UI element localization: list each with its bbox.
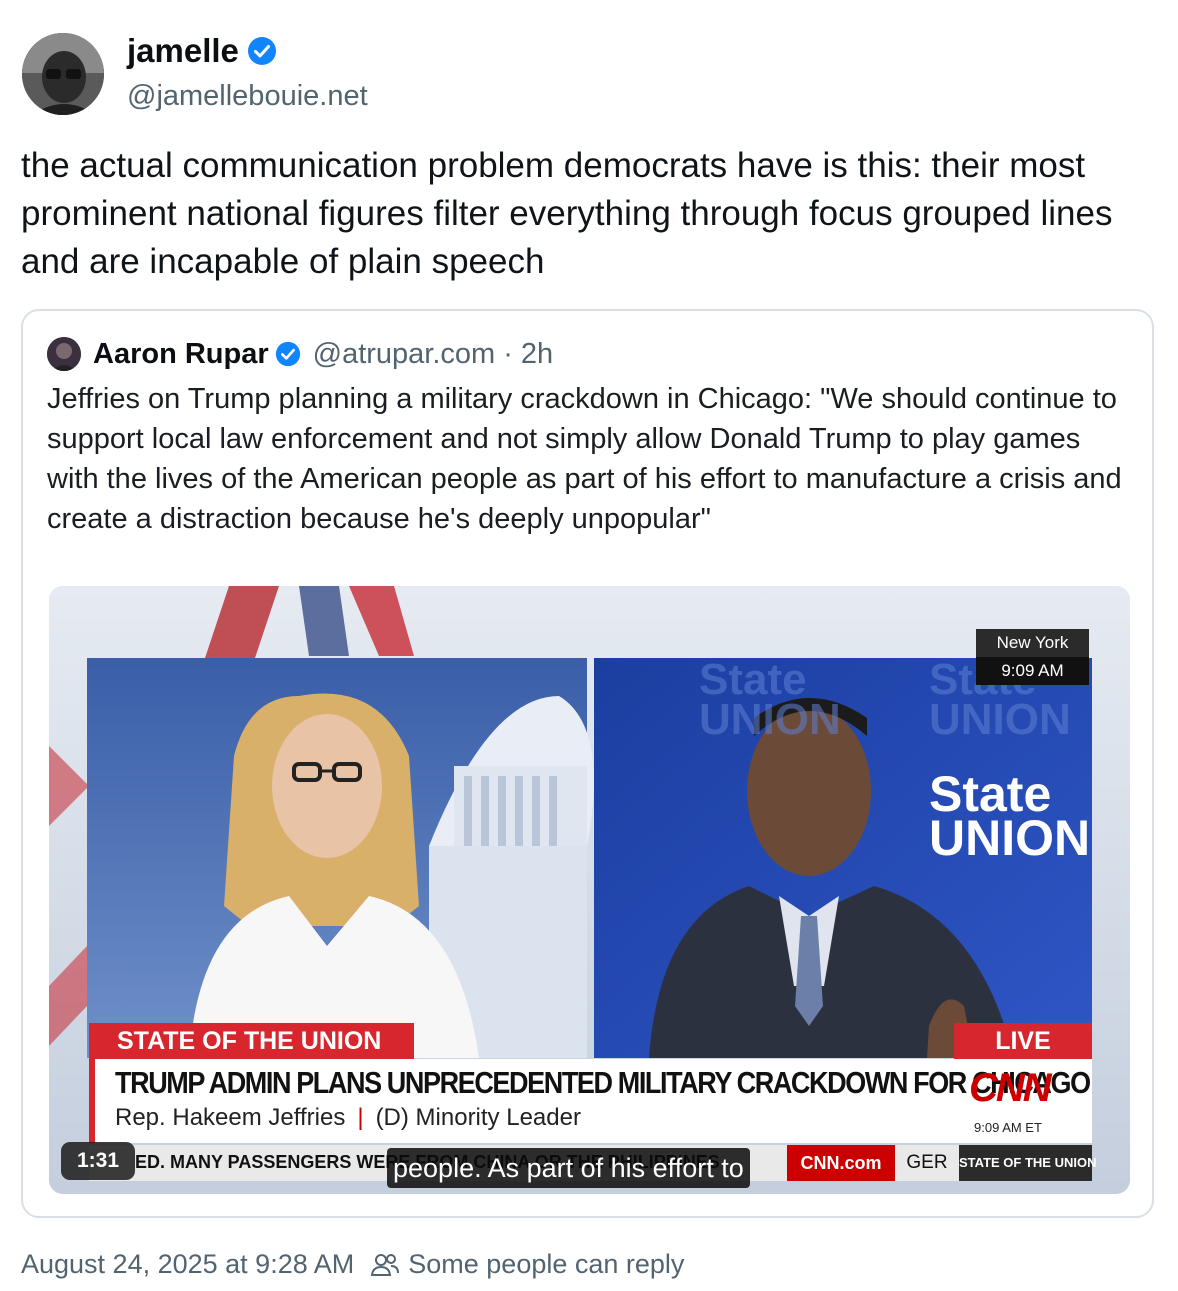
meta-separator: · <box>503 337 513 370</box>
quoted-post-header: Aaron Rupar @atrupar.com · 2h <box>47 337 553 371</box>
quoted-author-handle[interactable]: @atrupar.com <box>313 338 496 371</box>
video-caption: people. As part of his effort to <box>387 1148 750 1188</box>
author-display-name[interactable]: jamelle <box>127 32 277 70</box>
show-banner: STATE OF THE UNION <box>89 1023 414 1059</box>
guest-title: (D) Minority Leader <box>375 1104 581 1131</box>
quoted-post-card[interactable]: Aaron Rupar @atrupar.com · 2h Jeffries o… <box>21 309 1154 1218</box>
author-handle[interactable]: @jamellebouie.net <box>127 80 368 113</box>
quoted-post-age[interactable]: 2h <box>521 338 553 371</box>
live-badge: LIVE <box>954 1023 1092 1059</box>
video-player[interactable]: StateUNION StateUNION StateUNION New Yor… <box>49 586 1130 1194</box>
author-avatar[interactable] <box>22 33 104 115</box>
guest-divider: | <box>357 1104 364 1131</box>
cnn-logo: CNN <box>969 1066 1052 1110</box>
post-footer: August 24, 2025 at 9:28 AM Some people c… <box>21 1249 684 1280</box>
location-label: New York <box>976 629 1089 657</box>
headline-accent <box>89 1059 95 1143</box>
ticker-show: STATE OF THE UNION <box>959 1145 1096 1181</box>
post-timestamp[interactable]: August 24, 2025 at 9:28 AM <box>21 1249 354 1280</box>
video-duration[interactable]: 1:31 <box>61 1142 135 1180</box>
ticker-site: CNN.com <box>787 1145 895 1181</box>
quoted-post-text: Jeffries on Trump planning a military cr… <box>47 383 1122 535</box>
guest-name: Rep. Hakeem Jeffries <box>115 1104 346 1131</box>
headline-text: TRUMP ADMIN PLANS UNPRECEDENTED MILITARY… <box>115 1066 1091 1100</box>
verified-badge-icon <box>275 341 300 367</box>
verified-badge-icon <box>247 37 276 65</box>
reply-setting[interactable]: Some people can reply <box>408 1249 684 1280</box>
guest-lower-third: Rep. Hakeem Jeffries | (D) Minority Lead… <box>115 1104 581 1132</box>
author-name-text[interactable]: jamelle <box>127 32 239 70</box>
post-text: the actual communication problem democra… <box>21 146 1113 281</box>
ticker-next: GER <box>895 1145 959 1181</box>
bg-show-logo: StateUNION <box>699 655 841 744</box>
network-time: 9:09 AM ET <box>974 1120 1042 1135</box>
quoted-author-avatar[interactable] <box>47 337 81 371</box>
quoted-author-name[interactable]: Aaron Rupar <box>93 338 269 371</box>
people-icon <box>371 1253 400 1276</box>
show-logo: State UNION <box>929 766 1091 866</box>
location-time: 9:09 AM <box>976 657 1089 685</box>
